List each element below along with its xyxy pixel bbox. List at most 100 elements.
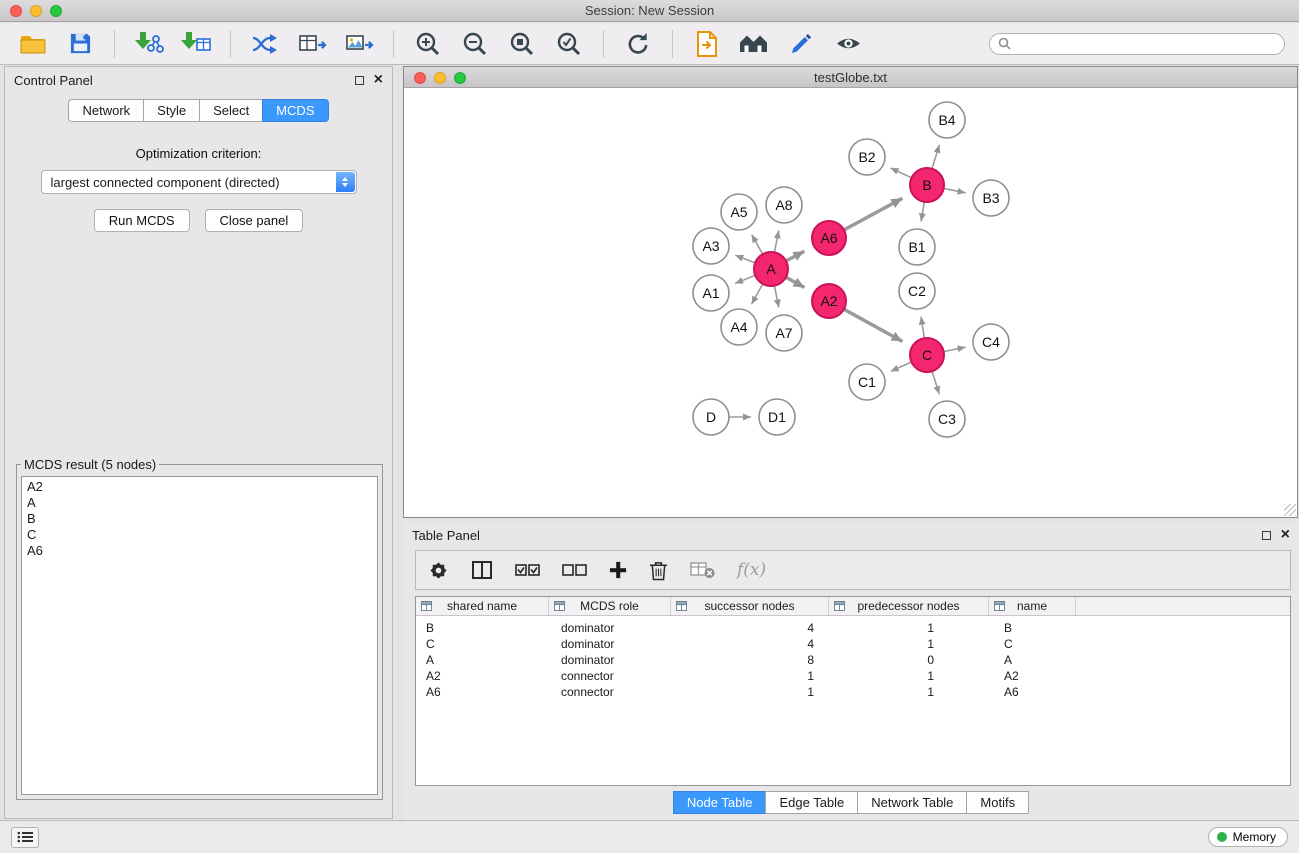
annotation-button[interactable]: [782, 27, 820, 61]
export-image-button[interactable]: [340, 27, 378, 61]
network-edge-B-B4[interactable]: [932, 145, 939, 169]
table-row[interactable]: A2connector11A2: [416, 668, 1290, 684]
column-header-predecessor-nodes[interactable]: predecessor nodes: [829, 597, 989, 615]
column-header-successor-nodes[interactable]: successor nodes: [671, 597, 829, 615]
open-panel-button[interactable]: [688, 27, 726, 61]
zoom-out-button[interactable]: [456, 27, 494, 61]
network-edge-B-B1[interactable]: [921, 202, 924, 222]
close-panel-button[interactable]: Close panel: [205, 209, 304, 232]
minimize-window-button[interactable]: [30, 5, 42, 17]
tab-network[interactable]: Network: [68, 99, 143, 122]
memory-button[interactable]: Memory: [1208, 827, 1288, 847]
network-node-C[interactable]: C: [910, 338, 944, 372]
column-header-name[interactable]: name: [989, 597, 1076, 615]
network-edge-A-A7[interactable]: [774, 286, 778, 308]
network-node-C3[interactable]: C3: [929, 401, 965, 437]
network-node-D1[interactable]: D1: [759, 399, 795, 435]
float-panel-icon[interactable]: [355, 76, 364, 85]
refresh-layout-button[interactable]: [619, 27, 657, 61]
table-row[interactable]: Adominator80A: [416, 652, 1290, 668]
network-edge-A2-C[interactable]: [844, 309, 903, 341]
network-node-A8[interactable]: A8: [766, 187, 802, 223]
criterion-dropdown[interactable]: largest connected component (directed): [41, 170, 357, 194]
zoom-network-button[interactable]: [454, 72, 466, 84]
network-edge-C-C3[interactable]: [932, 371, 939, 394]
tab-node-table[interactable]: Node Table: [673, 791, 766, 814]
mcds-result-list[interactable]: A2ABCA6: [21, 476, 378, 795]
network-edge-C-C2[interactable]: [921, 317, 924, 339]
network-node-C4[interactable]: C4: [973, 324, 1009, 360]
network-edge-C-C1[interactable]: [891, 362, 912, 371]
close-panel-icon[interactable]: ×: [374, 75, 383, 85]
table-row[interactable]: Cdominator41C: [416, 636, 1290, 652]
network-edge-A-A6[interactable]: [786, 251, 804, 261]
tab-network-table[interactable]: Network Table: [857, 791, 966, 814]
zoom-window-button[interactable]: [50, 5, 62, 17]
network-node-A4[interactable]: A4: [721, 309, 757, 345]
close-network-button[interactable]: [414, 72, 426, 84]
network-node-A[interactable]: A: [754, 252, 788, 286]
import-table-button[interactable]: [177, 27, 215, 61]
search-input[interactable]: [1016, 37, 1276, 51]
resize-grip[interactable]: [1284, 504, 1296, 516]
network-edge-B-B2[interactable]: [891, 168, 912, 178]
network-edge-A-A4[interactable]: [752, 284, 763, 304]
network-edge-A-A8[interactable]: [774, 230, 778, 252]
network-node-B1[interactable]: B1: [899, 229, 935, 265]
network-file-button[interactable]: [246, 27, 284, 61]
network-edge-A6-B[interactable]: [844, 198, 902, 230]
select-all-button[interactable]: [515, 563, 540, 577]
minimize-network-button[interactable]: [434, 72, 446, 84]
task-history-button[interactable]: [11, 827, 39, 848]
network-canvas[interactable]: B4B2BB3A8A5A6B1A3AC2A1A2A4A7CC4C1C3DD1: [404, 88, 1297, 517]
network-node-B[interactable]: B: [910, 168, 944, 202]
mcds-result-item[interactable]: A2: [27, 479, 372, 495]
open-session-button[interactable]: [14, 27, 52, 61]
add-column-button[interactable]: [609, 561, 627, 579]
delete-column-button[interactable]: [649, 560, 668, 581]
network-node-B3[interactable]: B3: [973, 180, 1009, 216]
network-node-B2[interactable]: B2: [849, 139, 885, 175]
table-row[interactable]: Bdominator41B: [416, 620, 1290, 636]
tab-mcds[interactable]: MCDS: [262, 99, 328, 122]
mcds-result-item[interactable]: A6: [27, 543, 372, 559]
table-settings-button[interactable]: [428, 560, 449, 581]
show-columns-button[interactable]: [471, 560, 493, 580]
delete-table-button[interactable]: [690, 561, 715, 579]
network-edge-C-C4[interactable]: [944, 347, 966, 351]
network-node-A1[interactable]: A1: [693, 275, 729, 311]
mcds-result-item[interactable]: C: [27, 527, 372, 543]
float-table-panel-icon[interactable]: [1262, 531, 1271, 540]
tab-edge-table[interactable]: Edge Table: [765, 791, 857, 814]
network-edge-A-A3[interactable]: [735, 255, 755, 263]
network-edge-A-A1[interactable]: [735, 275, 755, 283]
show-graphics-button[interactable]: [829, 27, 867, 61]
close-table-panel-icon[interactable]: ×: [1281, 530, 1290, 540]
tab-motifs[interactable]: Motifs: [966, 791, 1029, 814]
tab-style[interactable]: Style: [143, 99, 199, 122]
zoom-fit-button[interactable]: [503, 27, 541, 61]
export-table-button[interactable]: [293, 27, 331, 61]
network-node-C2[interactable]: C2: [899, 273, 935, 309]
network-node-A6[interactable]: A6: [812, 221, 846, 255]
network-node-B4[interactable]: B4: [929, 102, 965, 138]
tab-select[interactable]: Select: [199, 99, 262, 122]
network-node-A2[interactable]: A2: [812, 284, 846, 318]
network-edge-B-B3[interactable]: [944, 188, 966, 192]
function-builder-button[interactable]: f(x): [737, 560, 766, 580]
zoom-selected-button[interactable]: [550, 27, 588, 61]
table-row[interactable]: A6connector11A6: [416, 684, 1290, 700]
close-window-button[interactable]: [10, 5, 22, 17]
run-mcds-button[interactable]: Run MCDS: [94, 209, 190, 232]
network-node-A7[interactable]: A7: [766, 315, 802, 351]
network-node-A3[interactable]: A3: [693, 228, 729, 264]
network-node-D[interactable]: D: [693, 399, 729, 435]
network-node-C1[interactable]: C1: [849, 364, 885, 400]
save-session-button[interactable]: [61, 27, 99, 61]
import-network-button[interactable]: [130, 27, 168, 61]
home-button[interactable]: [735, 27, 773, 61]
mcds-result-item[interactable]: A: [27, 495, 372, 511]
network-edge-A-A2[interactable]: [786, 277, 805, 287]
network-edge-A-A5[interactable]: [752, 235, 763, 255]
mcds-result-item[interactable]: B: [27, 511, 372, 527]
